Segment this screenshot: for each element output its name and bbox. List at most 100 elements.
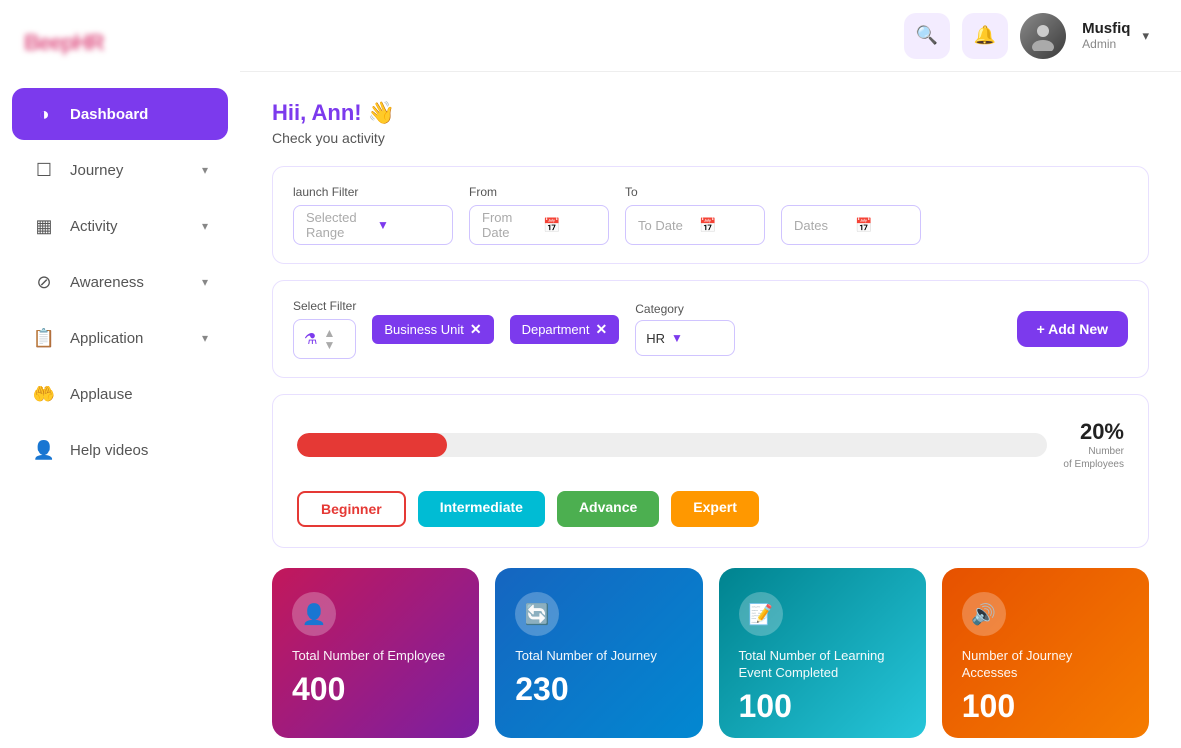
activity-icon: ▦ [32,214,56,238]
from-date-group: From From Date 📅 [469,185,609,245]
filter-icon-button[interactable]: ⚗ ▲▼ [293,319,356,359]
awareness-icon: ⊘ [32,270,56,294]
dates-group: Dates 📅 [781,187,921,245]
help-icon: 👤 [32,438,56,462]
selected-range-value: Selected Range [306,210,369,240]
sidebar-item-activity[interactable]: ▦ Activity ▾ [12,200,228,252]
progress-track [297,433,1047,457]
add-new-button[interactable]: + Add New [1017,311,1128,347]
sort-arrows-icon: ▲▼ [323,327,335,351]
select-filter-card: Select Filter ⚗ ▲▼ Business Unit ✕ Depar… [272,280,1149,378]
beginner-tag[interactable]: Beginner [297,491,406,527]
sidebar-item-label: Activity [70,218,118,235]
logo: BeepHR [0,20,240,86]
sidebar-item-label: Dashboard [70,106,148,123]
dates-value: Dates [794,218,847,233]
applause-icon: 🤲 [32,382,56,406]
greeting-title: Hii, Ann! 👋 [272,100,1149,126]
employee-icon: 👤 [292,592,336,636]
dashboard-icon: ◑ [32,102,56,126]
from-date-value: From Date [482,210,535,240]
user-dropdown-button[interactable]: ▾ [1142,28,1149,44]
greeting-section: Hii, Ann! 👋 Check you activity [272,100,1149,146]
search-icon: 🔍 [916,25,938,46]
number-of-employees-label: Number of Employees [1063,445,1124,471]
select-filter-label: Select Filter [293,299,356,313]
department-tag[interactable]: Department ✕ [510,315,620,344]
to-label: To [625,185,765,199]
accesses-icon: 🔊 [962,592,1006,636]
launch-filter-label: launch Filter [293,185,453,199]
stat-value: 100 [962,690,1129,722]
stat-card-employees: 👤 Total Number of Employee 400 [272,568,479,738]
dropdown-arrow-icon: ▼ [671,331,683,345]
business-unit-tag[interactable]: Business Unit ✕ [372,315,493,344]
to-date-value: To Date [638,218,691,233]
category-label: Category [635,302,735,316]
expert-tag[interactable]: Expert [671,491,759,527]
advance-tag[interactable]: Advance [557,491,659,527]
sidebar-item-help-videos[interactable]: 👤 Help videos [12,424,228,476]
stat-card-learning: 📝 Total Number of Learning Event Complet… [719,568,926,738]
remove-tag-icon[interactable]: ✕ [470,321,482,338]
greeting-subtitle: Check you activity [272,130,1149,146]
chevron-down-icon: ▾ [202,219,208,233]
chevron-down-icon: ▾ [202,331,208,345]
notification-button[interactable]: 🔔 [962,13,1008,59]
learning-icon: 📝 [739,592,783,636]
sidebar-item-applause[interactable]: 🤲 Applause [12,368,228,420]
sidebar-item-label: Applause [70,386,133,403]
launch-filter-group: launch Filter Selected Range ▼ [293,185,453,245]
sidebar-item-label: Awareness [70,274,144,291]
stat-title: Total Number of Journey [515,648,682,665]
stat-value: 100 [739,690,906,722]
user-role: Admin [1082,37,1130,51]
search-button[interactable]: 🔍 [904,13,950,59]
select-filter-group: Select Filter ⚗ ▲▼ [293,299,356,359]
journey-stat-icon: 🔄 [515,592,559,636]
content-area: Hii, Ann! 👋 Check you activity launch Fi… [240,72,1181,748]
progress-percent: 20% [1063,419,1124,445]
calendar-icon: 📅 [543,217,596,234]
chevron-down-icon: ▾ [202,163,208,177]
calendar-icon: 📅 [855,217,908,234]
dropdown-arrow-icon: ▼ [377,218,440,232]
category-dropdown[interactable]: HR ▼ [635,320,735,356]
intermediate-tag[interactable]: Intermediate [418,491,545,527]
sidebar-item-journey[interactable]: ☐ Journey ▾ [12,144,228,196]
remove-tag-icon[interactable]: ✕ [596,321,608,338]
from-date-input[interactable]: From Date 📅 [469,205,609,245]
tag-label: Department [522,322,590,337]
selected-range-dropdown[interactable]: Selected Range ▼ [293,205,453,245]
user-info: Musfiq Admin [1082,20,1130,51]
logo-text: BeepHR [24,30,216,56]
bell-icon: 🔔 [974,25,996,46]
main-content: 🔍 🔔 Musfiq Admin ▾ Hii, Ann! 👋 Check you… [240,0,1181,748]
launch-filter-card: launch Filter Selected Range ▼ From From… [272,166,1149,264]
sidebar-item-awareness[interactable]: ⊘ Awareness ▾ [12,256,228,308]
progress-card: 20% Number of Employees Beginner Interme… [272,394,1149,548]
sidebar-item-label: Help videos [70,442,148,459]
stat-value: 400 [292,673,459,705]
stat-card-journeys: 🔄 Total Number of Journey 230 [495,568,702,738]
sidebar-item-dashboard[interactable]: ◑ Dashboard [12,88,228,140]
progress-fill [297,433,447,457]
stat-value: 230 [515,673,682,705]
stat-card-accesses: 🔊 Number of Journey Accesses 100 [942,568,1149,738]
dates-input[interactable]: Dates 📅 [781,205,921,245]
stat-title: Total Number of Learning Event Completed [739,648,906,682]
to-date-input[interactable]: To Date 📅 [625,205,765,245]
progress-bar-section: 20% Number of Employees [297,419,1124,471]
category-value: HR [646,331,665,346]
topbar: 🔍 🔔 Musfiq Admin ▾ [240,0,1181,72]
avatar [1020,13,1066,59]
funnel-icon: ⚗ [304,330,317,348]
calendar-icon: 📅 [699,217,752,234]
sidebar-item-application[interactable]: 📋 Application ▾ [12,312,228,364]
journey-icon: ☐ [32,158,56,182]
from-label: From [469,185,609,199]
sidebar-item-label: Journey [70,162,123,179]
stat-title: Total Number of Employee [292,648,459,665]
level-tags-row: Beginner Intermediate Advance Expert [297,491,1124,527]
user-name: Musfiq [1082,20,1130,37]
